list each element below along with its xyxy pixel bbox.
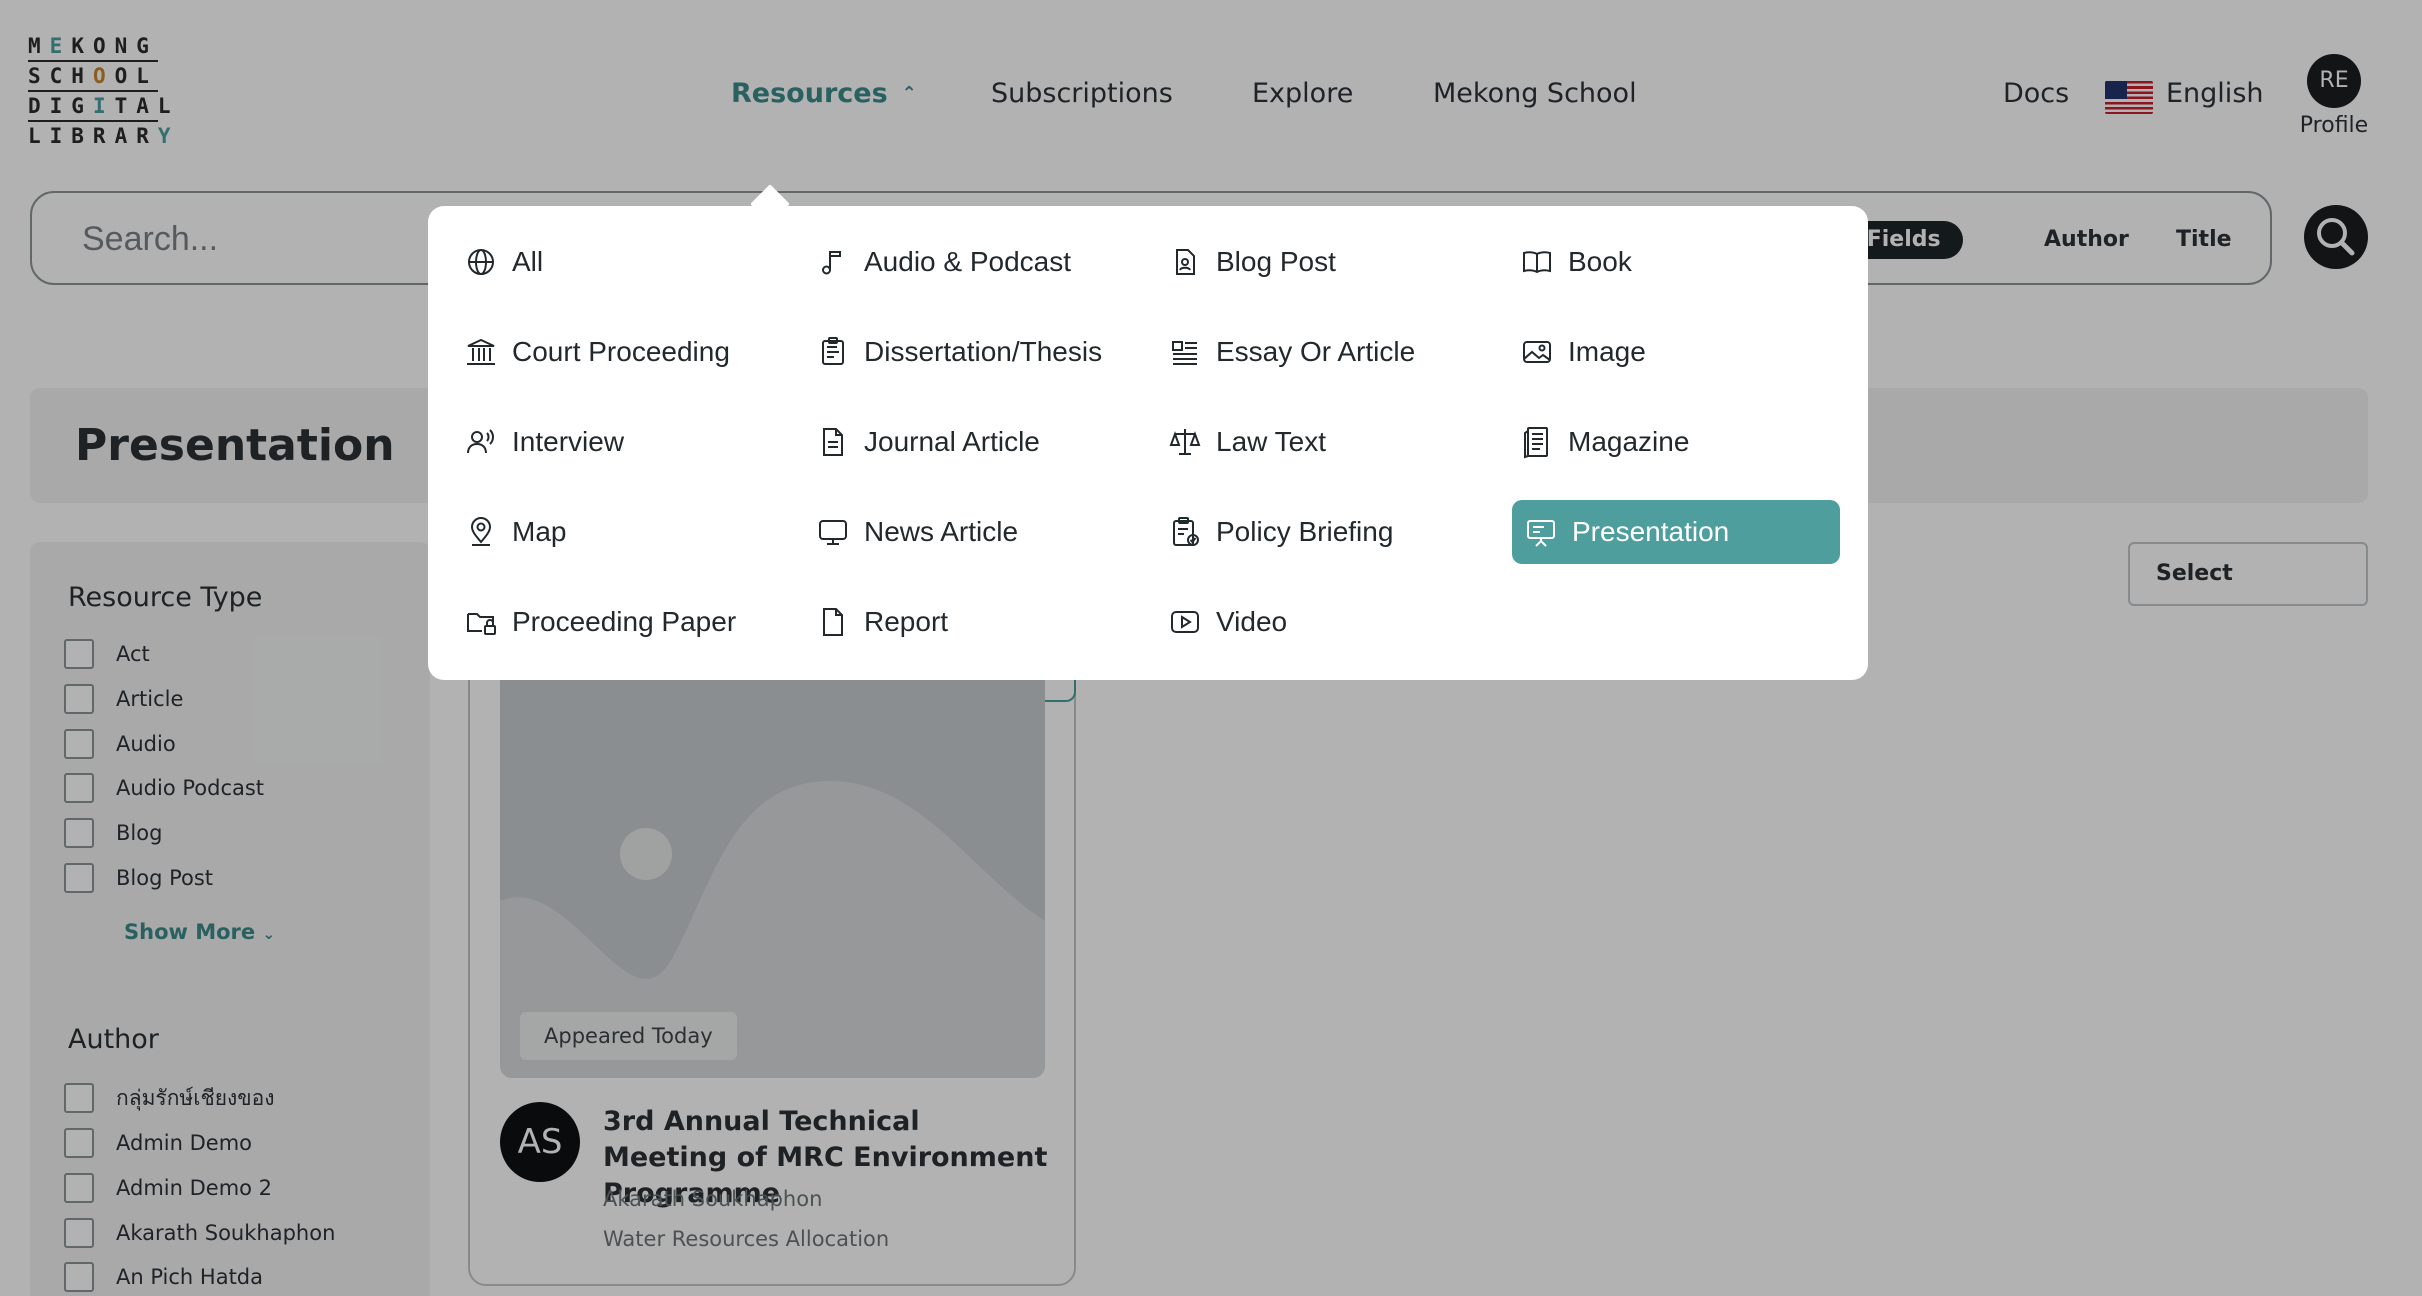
menu-item-label: Book: [1568, 246, 1632, 277]
menu-item-label: Essay Or Article: [1216, 336, 1416, 367]
menu-item-essay-or-article[interactable]: Essay Or Article: [1156, 320, 1415, 384]
menu-item-interview[interactable]: Interview: [452, 410, 624, 474]
menu-item-label: All: [512, 246, 544, 277]
presentation-icon: [1527, 520, 1555, 547]
menu-item-label: Dissertation/Thesis: [864, 336, 1103, 367]
book-icon: [1523, 251, 1551, 274]
menu-item-label: Interview: [512, 426, 625, 457]
music-note-icon: [822, 251, 841, 275]
menu-item-audio-podcast[interactable]: Audio & Podcast: [804, 230, 1071, 294]
menu-item-label: News Article: [864, 516, 1019, 547]
menu-item-report[interactable]: Report: [804, 590, 948, 654]
menu-item-law-text[interactable]: Law Text: [1156, 410, 1326, 474]
menu-item-label: Report: [864, 606, 949, 637]
menu-item-label: Policy Briefing: [1216, 516, 1394, 547]
policy-icon: [1173, 517, 1199, 546]
menu-item-all[interactable]: All: [452, 230, 543, 294]
menu-item-dissertation-thesis[interactable]: Dissertation/Thesis: [804, 320, 1102, 384]
menu-item-label: Map: [512, 516, 567, 547]
monitor-icon: [819, 520, 847, 545]
scales-icon: [1169, 429, 1201, 455]
map-pin-icon: [470, 517, 492, 546]
globe-icon: [468, 249, 494, 275]
magazine-icon: [1524, 427, 1548, 459]
menu-item-label: Magazine: [1568, 426, 1690, 457]
menu-item-presentation[interactable]: Presentation: [1512, 500, 1840, 564]
folder-lock-icon: [467, 613, 496, 635]
menu-item-map[interactable]: Map: [452, 500, 566, 564]
courthouse-icon: [467, 338, 495, 365]
article-icon: [1172, 341, 1197, 365]
video-icon: [1171, 611, 1199, 633]
menu-item-label: Law Text: [1216, 426, 1326, 457]
menu-item-label: Journal Article: [864, 426, 1040, 457]
image-icon: [1523, 341, 1551, 363]
menu-item-journal-article[interactable]: Journal Article: [804, 410, 1040, 474]
menu-item-news-article[interactable]: News Article: [804, 500, 1018, 564]
file-icon: [823, 608, 843, 636]
menu-item-label: Presentation: [1572, 516, 1730, 547]
menu-item-court-proceeding[interactable]: Court Proceeding: [452, 320, 730, 384]
menu-item-label: Court Proceeding: [512, 336, 730, 367]
document-icon: [823, 428, 843, 456]
menu-item-label: Image: [1568, 336, 1646, 367]
menu-item-proceeding-paper[interactable]: Proceeding Paper: [452, 590, 736, 654]
menu-item-video[interactable]: Video: [1156, 590, 1287, 654]
menu-item-blog-post[interactable]: Blog Post: [1156, 230, 1336, 294]
menu-item-label: Blog Post: [1216, 246, 1336, 277]
menu-item-label: Proceeding Paper: [512, 606, 737, 637]
menu-item-image[interactable]: Image: [1508, 320, 1646, 384]
menu-item-policy-briefing[interactable]: Policy Briefing: [1156, 500, 1393, 564]
menu-item-book[interactable]: Book: [1508, 230, 1632, 294]
blog-post-icon: [1176, 249, 1195, 275]
menu-item-magazine[interactable]: Magazine: [1508, 410, 1689, 474]
menu-item-label: Video: [1216, 606, 1288, 637]
menu-item-label: Audio & Podcast: [864, 246, 1072, 277]
resources-dropdown-menu: All Audio & Podcast Blog Post Book Court…: [428, 206, 1868, 680]
thesis-icon: [822, 337, 844, 365]
interview-icon: [467, 429, 494, 454]
